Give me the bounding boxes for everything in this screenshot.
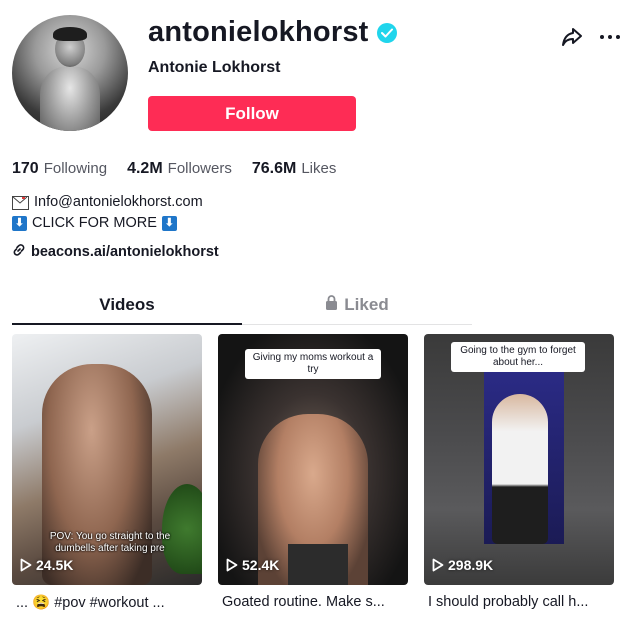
play-icon (432, 558, 444, 572)
verified-icon (376, 22, 397, 43)
link-icon (12, 243, 26, 261)
following-label: Following (43, 160, 108, 177)
video-views: 52.4K (226, 557, 279, 573)
video-views: 24.5K (20, 557, 73, 573)
arrow-down-icon: ⬇ (12, 216, 27, 231)
likes-stat: 76.6M Likes (252, 160, 337, 178)
followers-stat[interactable]: 4.2M Followers (127, 160, 232, 178)
bio-email: Info@antonielokhorst.com (34, 194, 203, 210)
profile-tabs: Videos Liked (12, 286, 472, 325)
avatar-hair (53, 27, 87, 41)
video-thumbnail[interactable]: POV: You go straight to the dumbells aft… (12, 334, 202, 585)
display-name: Antonie Lokhorst (148, 59, 281, 76)
mail-icon (12, 195, 29, 210)
arrow-down-icon: ⬇ (161, 216, 177, 231)
video-overlay-caption: Giving my moms workout a try (245, 349, 381, 379)
video-thumbnail[interactable]: Going to the gym to forget about her... … (424, 334, 614, 585)
followers-label: Followers (167, 160, 232, 177)
bio: Info@antonielokhorst.com ⬇ CLICK FOR MOR… (12, 192, 203, 234)
tab-liked-label: Liked (344, 295, 389, 314)
lock-icon (325, 295, 338, 315)
video-shorts (288, 544, 348, 585)
video-plant (162, 484, 202, 574)
play-icon (226, 558, 238, 572)
video-thumbnail[interactable]: Giving my moms workout a try 52.4K (218, 334, 408, 585)
video-views-count: 298.9K (448, 557, 494, 573)
profile-link-text: beacons.ai/antonielokhorst (31, 244, 219, 260)
video-views: 298.9K (432, 557, 493, 573)
video-description[interactable]: ... 😫 #pov #workout ... (16, 594, 206, 611)
username: antonielokhorst (148, 16, 369, 48)
video-views-count: 52.4K (242, 557, 280, 573)
video-overlay-caption: Going to the gym to forget about her... (451, 342, 585, 372)
likes-count: 76.6M (251, 160, 297, 177)
video-views-count: 24.5K (36, 557, 74, 573)
tab-videos-label: Videos (99, 294, 155, 314)
bio-cta-line: ⬇ CLICK FOR MORE ⬇ (12, 213, 203, 234)
following-stat[interactable]: 170 Following (12, 160, 107, 178)
video-description[interactable]: Goated routine. Make s... (222, 594, 412, 610)
share-icon[interactable] (560, 26, 584, 48)
profile-stats: 170 Following 4.2M Followers 76.6M Likes (12, 160, 336, 178)
profile-link[interactable]: beacons.ai/antonielokhorst (12, 243, 219, 261)
likes-label: Likes (301, 160, 337, 177)
tab-videos[interactable]: Videos (12, 286, 242, 325)
video-description[interactable]: I should probably call h... (428, 594, 618, 610)
video-person (492, 394, 548, 544)
avatar-body (40, 67, 100, 131)
username-row: antonielokhorst (148, 16, 397, 49)
following-count: 170 (12, 160, 39, 177)
followers-count: 4.2M (127, 160, 163, 177)
bio-click-more: CLICK FOR MORE (32, 215, 157, 231)
follow-button[interactable]: Follow (148, 96, 356, 131)
video-overlay-caption: POV: You go straight to the dumbells aft… (49, 531, 171, 554)
play-icon (20, 558, 32, 572)
bio-email-line: Info@antonielokhorst.com (12, 192, 203, 213)
avatar[interactable] (12, 15, 128, 131)
tab-liked[interactable]: Liked (242, 286, 472, 324)
more-icon[interactable] (599, 27, 621, 47)
